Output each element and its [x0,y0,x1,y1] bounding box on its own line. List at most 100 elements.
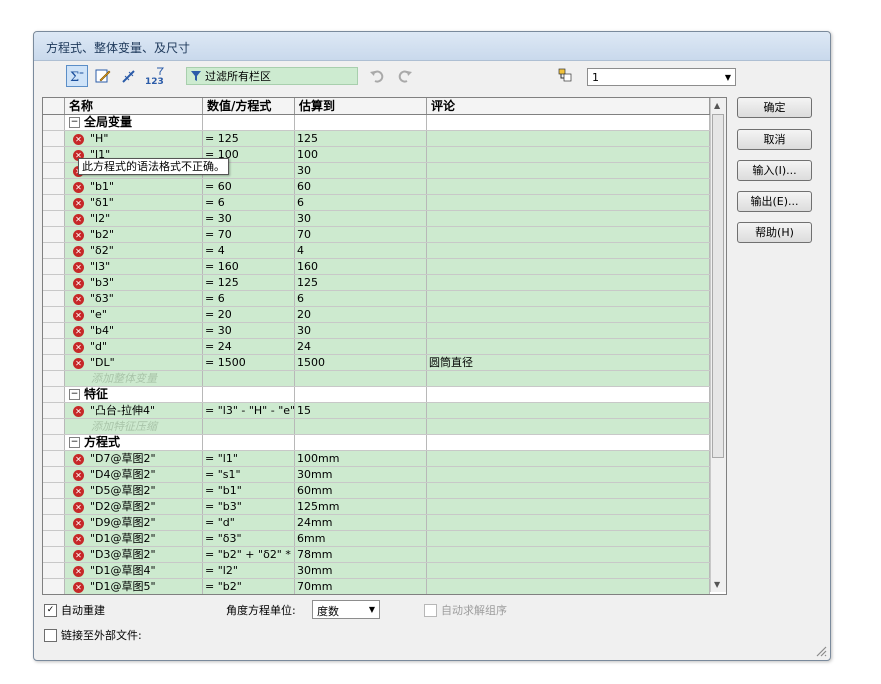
header-evaluates-to[interactable]: 估算到 [295,98,427,114]
auto-solve-checkbox[interactable] [424,603,437,617]
table-row[interactable]: ✕ "凸台-拉伸4" = "l3" - "H" - "e" 15 [43,403,710,419]
empty-cell[interactable] [203,371,295,386]
name-cell[interactable]: ✕ "D7@草图2" [65,451,203,466]
redo-button[interactable] [393,65,415,87]
value-cell[interactable]: = 30 [203,323,295,338]
empty-cell[interactable] [295,371,427,386]
value-cell[interactable]: = 160 [203,259,295,274]
table-row[interactable]: ✕ "D7@草图2" = "l1" 100mm [43,451,710,467]
table-row[interactable]: ✕ "H" = 125 125 [43,131,710,147]
table-row[interactable]: ✕ "b4" = 30 30 [43,323,710,339]
link-external-row[interactable]: 链接至外部文件: [44,627,142,643]
evaluates-cell[interactable]: 125 [295,131,427,146]
auto-solve-row[interactable]: 自动求解组序 [424,602,507,618]
comment-cell[interactable] [427,243,710,258]
header-value[interactable]: 数值/方程式 [203,98,295,114]
value-cell[interactable]: = 125 [203,275,295,290]
table-row[interactable]: ✕ "D1@草图5" = "b2" 70mm [43,579,710,594]
evaluates-cell[interactable]: 30mm [295,563,427,578]
evaluates-cell[interactable]: 24 [295,339,427,354]
name-cell[interactable]: ✕ "D3@草图2" [65,547,203,562]
comment-cell[interactable] [427,339,710,354]
comment-cell[interactable] [427,531,710,546]
name-cell[interactable]: ✕ "D1@草图4" [65,563,203,578]
add-cell[interactable]: 添加整体变量 [65,371,203,386]
configuration-select[interactable]: 1 ▼ [587,68,736,86]
ordered-view-button[interactable]: 123 [144,65,166,87]
value-cell[interactable]: = "b1" [203,483,295,498]
value-cell[interactable]: = 6 [203,291,295,306]
empty-cell[interactable] [295,115,427,130]
table-row[interactable]: ✕ "l3" = 160 160 [43,259,710,275]
evaluates-cell[interactable]: 6mm [295,531,427,546]
name-cell[interactable]: ✕ "D9@草图2" [65,515,203,530]
empty-cell[interactable] [203,419,295,434]
import-button[interactable]: 输入(I)... [737,160,812,181]
header-comments[interactable]: 评论 [427,98,710,114]
value-cell[interactable]: = 24 [203,339,295,354]
evaluates-cell[interactable]: 125mm [295,499,427,514]
table-row[interactable]: ✕ "b3" = 125 125 [43,275,710,291]
evaluates-cell[interactable]: 24mm [295,515,427,530]
value-cell[interactable]: = "b3" [203,499,295,514]
comment-cell[interactable] [427,579,710,594]
table-row[interactable]: ✕ "D9@草图2" = "d" 24mm [43,515,710,531]
value-cell[interactable]: = "b2" [203,579,295,594]
name-cell[interactable]: ✕ "D5@草图2" [65,483,203,498]
evaluates-cell[interactable]: 78mm [295,547,427,562]
group-label[interactable]: − 全局变量 [65,115,203,130]
add-feature-suppression-row[interactable]: 添加特征压缩 [43,419,710,435]
value-cell[interactable]: = "s1" [203,467,295,482]
empty-cell[interactable] [295,435,427,450]
scroll-down-icon[interactable]: ▼ [714,580,720,589]
group-label[interactable]: − 特征 [65,387,203,402]
name-cell[interactable]: ✕ "δ3" [65,291,203,306]
value-cell[interactable]: = "b2" + "δ2" * 2 [203,547,295,562]
table-row[interactable]: ✕ "D4@草图2" = "s1" 30mm [43,467,710,483]
comment-cell[interactable] [427,451,710,466]
value-cell[interactable]: = 4 [203,243,295,258]
value-cell[interactable]: = 70 [203,227,295,242]
evaluates-cell[interactable]: 20 [295,307,427,322]
evaluates-cell[interactable]: 100 [295,147,427,162]
comment-cell[interactable] [427,563,710,578]
cancel-button[interactable]: 取消 [737,129,812,150]
comment-cell[interactable] [427,515,710,530]
table-row[interactable]: ✕ "δ3" = 66 [43,291,710,307]
empty-cell[interactable] [427,387,710,402]
evaluates-cell[interactable]: 30 [295,323,427,338]
collapse-icon[interactable]: − [69,437,80,448]
evaluates-cell[interactable]: 4 [295,243,427,258]
table-row[interactable]: ✕ "l2" = 30 30 [43,211,710,227]
help-button[interactable]: 帮助(H) [737,222,812,243]
table-row[interactable]: ✕ "b1" = 60 60 [43,179,710,195]
auto-rebuild-row[interactable]: ✓ 自动重建 [44,602,105,618]
comment-cell[interactable] [427,547,710,562]
comment-cell[interactable] [427,227,710,242]
empty-cell[interactable] [203,387,295,402]
vertical-scrollbar[interactable]: ▲ ▼ [710,98,726,592]
value-cell[interactable]: = 30 [203,211,295,226]
configuration-button[interactable] [554,65,576,87]
export-button[interactable]: 输出(E)... [737,191,812,212]
table-row[interactable]: ✕ "δ1" = 66 [43,195,710,211]
name-cell[interactable]: ✕ "e" [65,307,203,322]
name-cell[interactable]: ✕ "H" [65,131,203,146]
header-name[interactable]: 名称 [65,98,203,114]
evaluates-cell[interactable]: 60 [295,179,427,194]
add-global-variable-row[interactable]: 添加整体变量 [43,371,710,387]
name-cell[interactable]: ✕ "b1" [65,179,203,194]
value-cell[interactable]: = "l2" [203,563,295,578]
comment-cell[interactable] [427,467,710,482]
comment-cell[interactable] [427,307,710,322]
group-row-global[interactable]: − 全局变量 [43,115,710,131]
name-cell[interactable]: ✕ "d" [65,339,203,354]
filter-input[interactable]: 过滤所有栏区 [186,67,358,85]
evaluates-cell[interactable]: 6 [295,195,427,210]
comment-cell[interactable] [427,499,710,514]
equation-view-button[interactable]: Σ = [66,65,88,87]
evaluates-cell[interactable]: 70 [295,227,427,242]
comment-cell[interactable] [427,195,710,210]
name-cell[interactable]: ✕ "b3" [65,275,203,290]
empty-cell[interactable] [203,435,295,450]
